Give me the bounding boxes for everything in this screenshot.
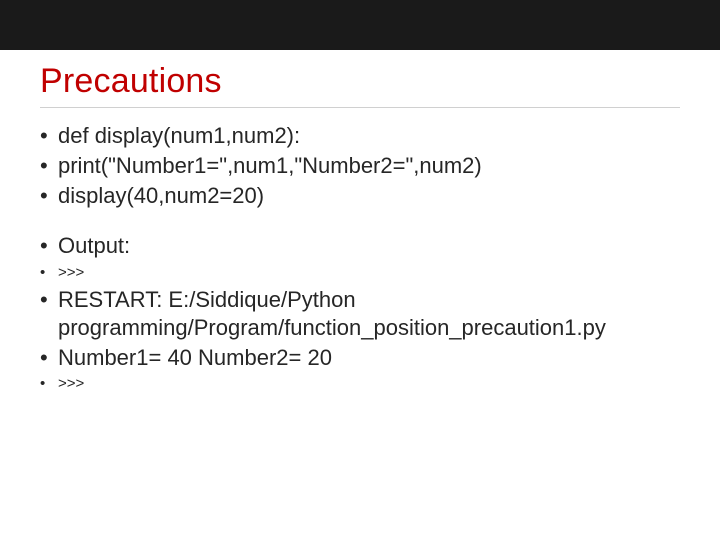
code-line-1: def display(num1,num2): — [40, 122, 680, 150]
title-bar-strip — [0, 0, 720, 50]
output-prompt-1: >>> — [40, 263, 680, 282]
output-result-line: Number1= 40 Number2= 20 — [40, 344, 680, 372]
output-restart-line: RESTART: E:/Siddique/Python programming/… — [40, 286, 680, 342]
code-line-2: print("Number1=",num1,"Number2=",num2) — [40, 152, 680, 180]
slide-title: Precautions — [40, 62, 680, 101]
code-line-3: display(40,num2=20) — [40, 182, 680, 210]
output-prompt-2: >>> — [40, 374, 680, 393]
output-block: Output: >>> RESTART: E:/Siddique/Python … — [40, 232, 680, 393]
code-block: def display(num1,num2): print("Number1="… — [40, 122, 680, 210]
slide-body: Precautions def display(num1,num2): prin… — [0, 50, 720, 393]
output-label: Output: — [40, 232, 680, 260]
title-divider — [40, 107, 680, 108]
